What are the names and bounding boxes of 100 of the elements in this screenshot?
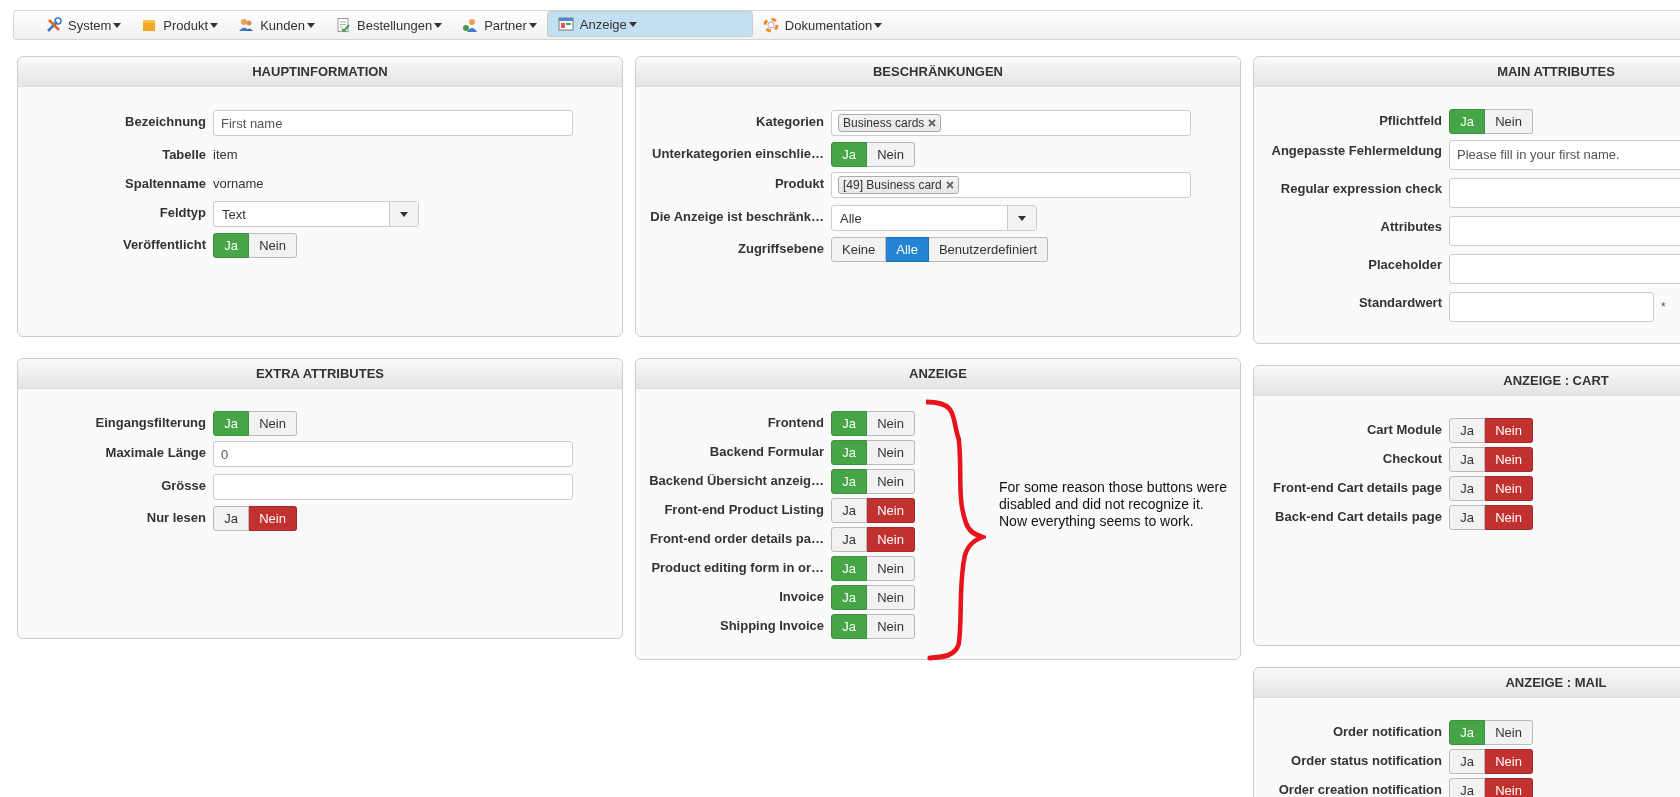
toggle-option-button[interactable]: Nein [1485,417,1533,443]
toggle-option-button[interactable]: Ja [1449,504,1485,530]
menu-item[interactable]: Kunden [228,11,325,39]
input-field[interactable] [213,474,573,500]
panel-title: ANZEIGE : CART [1254,366,1680,396]
menu-item[interactable]: Partner [452,11,547,39]
toggle-option-button[interactable]: Nein [867,497,915,523]
field-label: Front-end order details pa… [648,530,824,546]
caret-icon [400,211,408,217]
window-icon [557,16,574,32]
field-label: Bezeichnung [124,113,206,129]
caret-icon [113,22,122,28]
field-label: Maximale Länge [104,444,206,460]
toggle-option-button[interactable]: Ja [213,505,249,531]
toggle-option-button[interactable]: Ja [1449,417,1485,443]
toggle-option-button[interactable]: Ja [831,526,867,552]
close-icon[interactable] [945,181,954,189]
toggle-option-button[interactable]: Nein [249,410,297,436]
field-label: Order status notification [1290,752,1442,768]
toggle-option-button[interactable]: Nein [867,613,915,639]
toggle-option-button[interactable]: Nein [1485,748,1533,774]
annotation-text: For some reason those buttons were disabled and did not recognize it. Now everything seems to work. [999,479,1228,530]
users-icon [238,17,255,33]
toggle-option-button[interactable]: Nein [249,232,297,258]
toggle-option-button[interactable]: Nein [1485,777,1533,797]
people-icon [462,17,479,33]
field-label: Checkout [1381,450,1442,466]
toggle-option-button[interactable]: Nein [867,468,915,494]
caret-icon [1018,215,1026,221]
toggle-option-button[interactable]: Nein [1485,504,1533,530]
panel-title: HAUPTINFORMATION [18,57,622,87]
toggle-option-button[interactable]: Alle [886,236,929,262]
menu-item[interactable]: Dokumentation [752,11,893,39]
input-field[interactable]: First name [213,110,573,136]
field-label: Unterkategorien einschlie… [651,145,824,161]
panel-title: ANZEIGE [636,359,1240,389]
field-label: Front-end Product Listing [663,501,824,517]
menu-item[interactable]: Produkt [131,11,229,39]
field-label: Pflichtfeld [1378,112,1442,128]
field-label: Angepasste Fehlermeldung [1270,142,1442,158]
field-label: Kategorien [755,113,824,129]
toggle-option-button[interactable]: Ja [1449,777,1485,797]
field-label: Placeholder [1367,256,1442,272]
field-value: item [213,146,238,162]
toggle-option-button[interactable]: Nein [867,141,915,167]
toggle-option-button[interactable]: Ja [1449,475,1485,501]
toggle-option-button[interactable]: Ja [831,497,867,523]
field-label: Standardwert [1357,294,1442,310]
field-label: Back-end Cart details page [1274,508,1442,524]
field-value: vorname [213,175,264,191]
input-field[interactable]: 0 [213,441,573,467]
field-label: Backend Formular [708,443,824,459]
toggle-option-button[interactable]: Benutzerdefiniert [928,236,1049,262]
caret-icon [210,22,219,28]
field-label: Shipping Invoice [719,617,824,633]
tag-input-field[interactable]: Business cards [831,110,1191,136]
field-label: Veröffentlicht [121,236,206,252]
select-field[interactable]: Alle [831,205,1037,231]
menu-item[interactable]: Anzeige [546,11,753,37]
toggle-option-button[interactable]: Nein [1485,719,1533,745]
field-label: Invoice [778,588,824,604]
field-label: Product editing form in or… [650,559,824,575]
field-label: Order notification [1331,723,1442,739]
toggle-option-button[interactable]: Ja [1449,446,1485,472]
field-label: Attributes [1379,218,1442,234]
field-label: Feldtyp [158,204,206,220]
input-field[interactable]: Please fill in your first name. [1449,139,1680,170]
close-icon[interactable] [928,119,937,127]
field-label: Frontend [766,414,824,430]
menu-item[interactable]: Bestellungen [325,11,453,39]
toggle-option-button[interactable]: Nein [867,584,915,610]
field-label: Order creation notification [1277,781,1442,797]
menu-item[interactable]: System [36,11,132,39]
caret-icon [628,21,637,27]
toggle-option-button[interactable]: Nein [867,410,915,436]
toggle-option-button[interactable]: Nein [1485,475,1533,501]
toggle-option-button[interactable]: Keine [831,236,887,262]
panel-title: MAIN ATTRIBUTES [1254,57,1680,87]
caret-icon [528,22,537,28]
panel-title: ANZEIGE : MAIL [1254,668,1680,698]
field-label: Produkt [773,175,824,191]
field-label: Front-end Cart details page [1271,479,1442,495]
toggle-option-button[interactable]: Nein [867,526,915,552]
input-field[interactable] [1449,291,1654,322]
field-label: Regular expression check [1279,180,1442,196]
tools-icon [46,17,62,33]
select-field[interactable]: Text [213,201,419,227]
caret-icon [307,22,315,28]
field-label: Eingangsfilterung [94,414,206,430]
field-label: Tabelle [161,146,206,162]
toggle-option-button[interactable]: Nein [249,505,297,531]
tag: [49] Business card [838,176,959,194]
field-label: Cart Module [1365,421,1442,437]
toggle-option-button[interactable]: Nein [867,439,915,465]
toggle-option-button[interactable]: Nein [867,555,915,581]
toggle-option-button[interactable]: Nein [1485,446,1533,472]
toggle-option-button[interactable]: Nein [1485,108,1533,134]
toggle-option-button[interactable]: Ja [1449,748,1485,774]
field-label: Backend Übersicht anzeig… [648,472,824,488]
tag-input-field[interactable]: [49] Business card [831,172,1191,198]
